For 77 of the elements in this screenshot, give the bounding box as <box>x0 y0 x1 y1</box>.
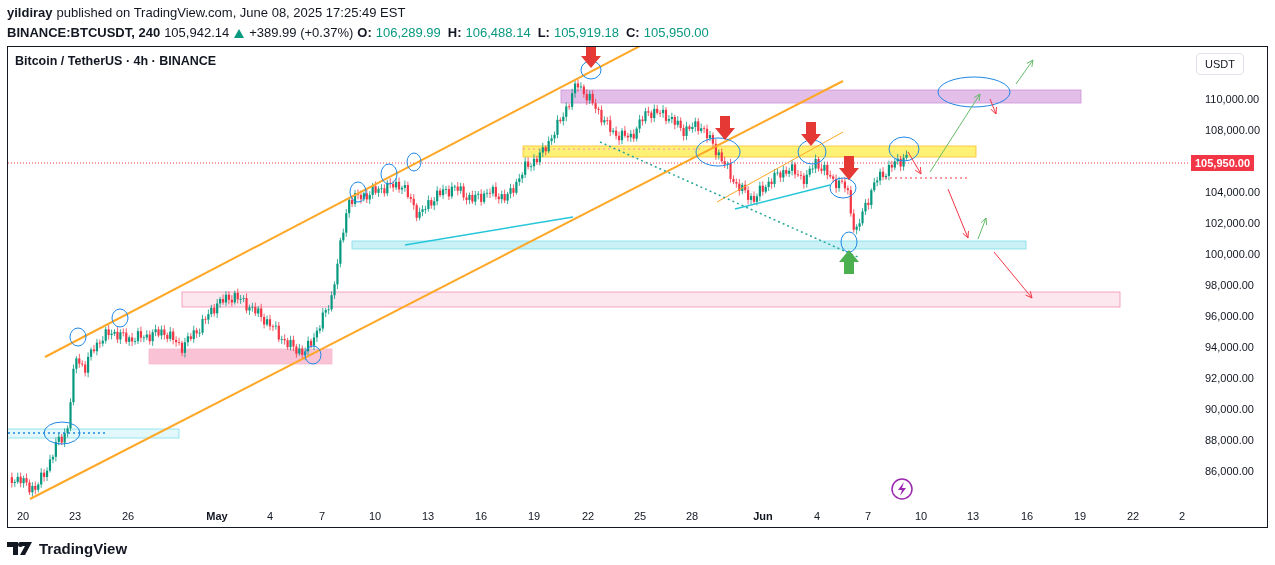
time-tick: 4 <box>266 510 274 522</box>
arrow-line <box>1015 59 1034 85</box>
time-tick: 19 <box>1073 510 1087 522</box>
ohlc-label: L: <box>537 24 550 42</box>
ohlc-value: 106,488.14 <box>465 24 531 42</box>
time-tick: 4 <box>813 510 821 522</box>
highlight-circle <box>580 60 602 80</box>
price-tick: 92,000.00 <box>1205 372 1254 384</box>
time-tick: 22 <box>1126 510 1140 522</box>
time-tick: 2 <box>1178 510 1186 522</box>
highlight-circle <box>888 136 920 162</box>
down-arrow-marker <box>715 116 735 140</box>
highlight-circle <box>829 177 857 199</box>
time-tick: 20 <box>16 510 30 522</box>
time-tick: 13 <box>421 510 435 522</box>
down-arrow-marker <box>801 122 821 146</box>
time-tick: 10 <box>368 510 382 522</box>
highlight-circle <box>797 139 827 165</box>
price-tick: 94,000.00 <box>1205 341 1254 353</box>
currency-button[interactable]: USDT <box>1196 53 1244 75</box>
ohlc-label: O: <box>357 24 372 42</box>
price-tick: 104,000.00 <box>1205 186 1261 198</box>
highlight-circle <box>304 345 322 365</box>
up-arrow-marker <box>839 250 859 274</box>
current-price-badge: 105,950.00 <box>1191 155 1255 171</box>
time-tick: 13 <box>966 510 980 522</box>
price-tick: 96,000.00 <box>1205 310 1254 322</box>
price-change: +389.99 (+0.37%) <box>249 24 354 42</box>
price-tick: 108,000.00 <box>1205 124 1261 136</box>
highlight-circle <box>406 152 422 172</box>
symbol-label: BINANCE:BTCUSDT, 240 <box>7 24 161 42</box>
time-tick: 10 <box>914 510 928 522</box>
ohlc-label: H: <box>447 24 462 42</box>
time-tick: May <box>206 510 228 522</box>
publish-info: published on TradingView.com, June 08, 2025 17:25:49 EST <box>56 4 406 22</box>
price-tick: 110,000.00 <box>1205 93 1260 105</box>
time-tick: 16 <box>1020 510 1034 522</box>
ohlc-value: 105,919.18 <box>553 24 619 42</box>
time-tick: 16 <box>474 510 488 522</box>
logo-icon <box>7 541 34 556</box>
price-tick: 88,000.00 <box>1205 434 1254 446</box>
time-tick: 25 <box>633 510 647 522</box>
arrow-line <box>947 188 969 239</box>
time-tick: 7 <box>318 510 326 522</box>
brand-name: TradingView <box>39 540 128 557</box>
arrow-line <box>907 151 922 175</box>
highlight-circle <box>349 181 367 203</box>
down-arrow-marker <box>839 156 859 180</box>
arrow-line <box>993 251 1033 299</box>
time-tick: 22 <box>581 510 595 522</box>
price-tick: 90,000.00 <box>1205 403 1254 415</box>
ohlc-value: 106,289.99 <box>375 24 441 42</box>
price-tick: 100,000.00 <box>1205 248 1261 260</box>
ohlc-label: C: <box>626 24 640 42</box>
arrow-line <box>977 217 988 240</box>
price-tick: 102,000.00 <box>1205 217 1261 229</box>
last-price: 105,942.14 <box>164 24 230 42</box>
arrow-line <box>989 98 997 115</box>
highlight-circle <box>111 308 129 328</box>
down-arrow-marker <box>581 47 601 68</box>
highlight-circle <box>69 327 87 347</box>
chart-title: Bitcoin / TetherUS · 4h · BINANCE <box>15 54 217 68</box>
highlight-circle <box>695 137 741 167</box>
highlight-circle <box>43 421 81 445</box>
time-tick: 26 <box>121 510 135 522</box>
time-tick: Jun <box>753 510 773 522</box>
price-tick: 98,000.00 <box>1205 279 1254 291</box>
ohlc-value: 105,950.00 <box>643 24 709 42</box>
time-tick: 28 <box>685 510 699 522</box>
time-tick: 23 <box>68 510 82 522</box>
time-tick: 7 <box>864 510 872 522</box>
price-tick: 86,000.00 <box>1205 465 1254 477</box>
time-tick: 19 <box>527 510 541 522</box>
highlight-circle <box>840 231 858 253</box>
publisher-name: yildiray <box>7 4 53 22</box>
highlight-circle <box>380 163 398 185</box>
lightning-icon <box>891 478 913 500</box>
